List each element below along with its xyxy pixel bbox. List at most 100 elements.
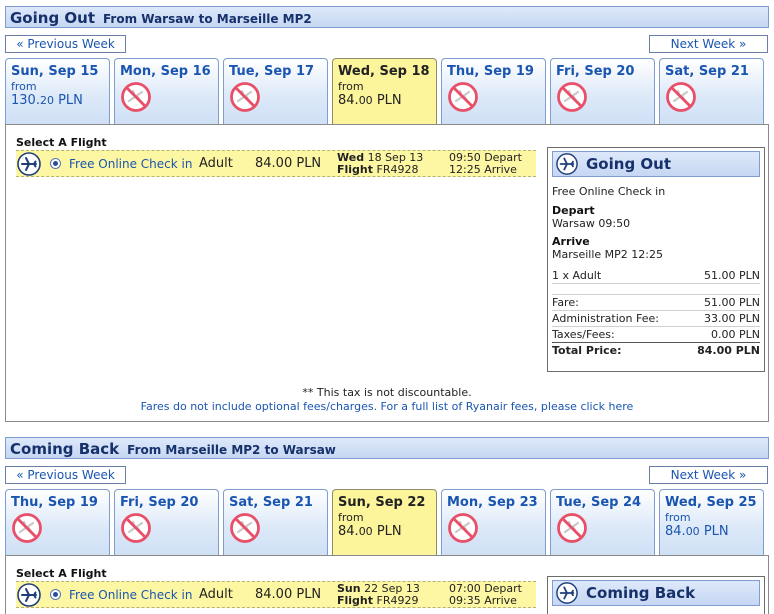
day-tab-currency: PLN [699, 524, 729, 539]
no-flights-icon [556, 512, 588, 544]
coming_back-day-tab[interactable]: Tue, Sep 24 [550, 489, 655, 556]
coming_back-day-tab[interactable]: Mon, Sep 23 [441, 489, 546, 556]
day-tab-label: Thu, Sep 19 [447, 64, 534, 79]
day-tab-price-decimal: 00 [358, 525, 373, 538]
going-out-flight-radio[interactable] [50, 158, 61, 169]
going_out-day-tab[interactable]: Wed, Sep 18 from 84.00 PLN [332, 58, 437, 125]
coming-back-summary: Coming Back [547, 576, 765, 614]
no-flights-icon [665, 81, 697, 113]
going-out-flight-info: Wed 18 Sep 13 Flight FR4928 09:50 Depart… [337, 151, 522, 176]
coming-back-title: Coming Back [10, 440, 120, 458]
no-flights-icon [447, 512, 479, 544]
coming-back-summary-header: Coming Back [552, 580, 760, 606]
day-tab-label: Tue, Sep 17 [229, 64, 315, 79]
coming-back-next-week-button[interactable]: Next Week » [649, 466, 768, 484]
coming_back-day-tab[interactable]: Fri, Sep 20 [114, 489, 219, 556]
day-tab-label: Thu, Sep 19 [11, 495, 98, 510]
summary-depart-value: Warsaw 09:50 [552, 217, 631, 230]
radio-selected-dot [53, 161, 58, 166]
coming_back-day-tab[interactable]: Thu, Sep 19 [5, 489, 110, 556]
no-flights-icon [556, 81, 588, 113]
going_out-day-tab[interactable]: Mon, Sep 16 [114, 58, 219, 125]
summary-fare-value: 51.00 PLN [704, 296, 760, 309]
going-out-flight-label: Flight [337, 162, 374, 176]
coming-back-route: From Marseille MP2 to Warsaw [127, 443, 336, 457]
no-flights-icon [120, 81, 152, 113]
summary-passenger-label: 1 x Adult [552, 269, 602, 282]
day-tab-price: 84.00 PLN [338, 524, 431, 539]
going_out-day-tab[interactable]: Thu, Sep 19 [441, 58, 546, 125]
plane-icon [556, 153, 578, 175]
day-tab-currency: PLN [372, 524, 402, 539]
going-out-content: Select A Flight Free Online Check in Adu… [5, 124, 769, 422]
day-tab-label: Sun, Sep 15 [11, 64, 99, 79]
fees-link[interactable]: Fares do not include optional fees/charg… [6, 400, 768, 413]
summary-admin-value: 33.00 PLN [704, 312, 760, 325]
radio-selected-dot [53, 592, 58, 597]
no-flights-icon [447, 81, 479, 113]
summary-fare-label: Fare: [552, 296, 579, 309]
summary-taxes-row: Taxes/Fees: 0.00 PLN [552, 327, 760, 343]
summary-admin-label: Administration Fee: [552, 312, 659, 325]
plane-icon [17, 152, 41, 176]
coming-back-arrive-time: 09:35 Arrive [449, 593, 517, 607]
day-tab-label: Tue, Sep 24 [556, 495, 642, 510]
coming_back-day-tab[interactable]: Wed, Sep 25 from 84.00 PLN [659, 489, 764, 556]
summary-depart-label: Depart [552, 204, 595, 217]
day-tab-label: Mon, Sep 16 [120, 64, 211, 79]
coming_back-day-tab[interactable]: Sat, Sep 21 [223, 489, 328, 556]
day-tab-label: Sat, Sep 21 [665, 64, 749, 79]
coming-back-flight-number: FR4929 [376, 593, 419, 607]
going-out-summary: Going Out Free Online Check in Depart Wa… [547, 147, 765, 372]
day-tab-currency: PLN [53, 93, 83, 108]
summary-taxes-label: Taxes/Fees: [552, 328, 615, 341]
plane-icon [17, 583, 41, 607]
day-tab-price-integer: 84. [338, 524, 359, 539]
going-out-arrive-time: 12:25 Arrive [449, 162, 517, 176]
going-out-summary-header: Going Out [552, 151, 760, 177]
tax-note: ** This tax is not discountable. [302, 386, 472, 399]
summary-total-label: Total Price: [552, 344, 622, 357]
summary-total-row: Total Price: 84.00 PLN [552, 343, 760, 358]
going-out-passenger: Adult [199, 156, 233, 171]
coming-back-header: Coming Back From Marseille MP2 to Warsaw [5, 437, 769, 459]
coming-back-summary-title: Coming Back [586, 584, 696, 602]
summary-fare-row: Fare: 51.00 PLN [552, 294, 760, 311]
going-out-summary-title: Going Out [586, 155, 671, 173]
going-out-price: 84.00 PLN [255, 156, 322, 171]
coming-back-previous-week-button[interactable]: « Previous Week [5, 466, 126, 484]
coming-back-flight-row[interactable]: Free Online Check in Adult 84.00 PLN Sun… [16, 581, 536, 608]
coming-back-flight-radio[interactable] [50, 589, 61, 600]
going-out-flight-number: FR4928 [376, 162, 419, 176]
day-tab-price-integer: 84. [665, 524, 686, 539]
going_out-day-tab[interactable]: Sun, Sep 15 from 130.20 PLN [5, 58, 110, 125]
day-tab-label: Mon, Sep 23 [447, 495, 538, 510]
day-tab-price: 84.00 PLN [665, 524, 758, 539]
no-flights-icon [229, 512, 261, 544]
going_out-day-tab[interactable]: Fri, Sep 20 [550, 58, 655, 125]
going-out-header: Going Out From Warsaw to Marseille MP2 [5, 6, 769, 28]
going-out-flight-row[interactable]: Free Online Check in Adult 84.00 PLN Wed… [16, 150, 536, 177]
coming-back-passenger: Adult [199, 587, 233, 602]
going-out-next-week-button[interactable]: Next Week » [649, 35, 768, 53]
day-tab-from: from [338, 511, 364, 524]
day-tab-from: from [338, 80, 364, 93]
coming-back-flight-info: Sun 22 Sep 13 Flight FR4929 07:00 Depart… [337, 582, 522, 607]
going-out-previous-week-button[interactable]: « Previous Week [5, 35, 126, 53]
day-tab-label: Wed, Sep 18 [338, 64, 430, 79]
day-tab-price: 84.00 PLN [338, 93, 431, 108]
no-flights-icon [120, 512, 152, 544]
day-tab-label: Fri, Sep 20 [556, 64, 635, 79]
going_out-day-tab[interactable]: Tue, Sep 17 [223, 58, 328, 125]
day-tab-price-decimal: 00 [358, 94, 373, 107]
coming-back-price: 84.00 PLN [255, 587, 322, 602]
day-tab-from: from [665, 511, 691, 524]
coming_back-day-tab[interactable]: Sun, Sep 22 from 84.00 PLN [332, 489, 437, 556]
coming-back-content: Select A Flight Free Online Check in Adu… [5, 555, 769, 614]
going-out-checkin: Free Online Check in [69, 156, 193, 171]
day-tab-currency: PLN [372, 93, 402, 108]
summary-arrive-value: Marseille MP2 12:25 [552, 248, 664, 261]
day-tab-label: Fri, Sep 20 [120, 495, 199, 510]
day-tab-label: Sun, Sep 22 [338, 495, 426, 510]
going_out-day-tab[interactable]: Sat, Sep 21 [659, 58, 764, 125]
